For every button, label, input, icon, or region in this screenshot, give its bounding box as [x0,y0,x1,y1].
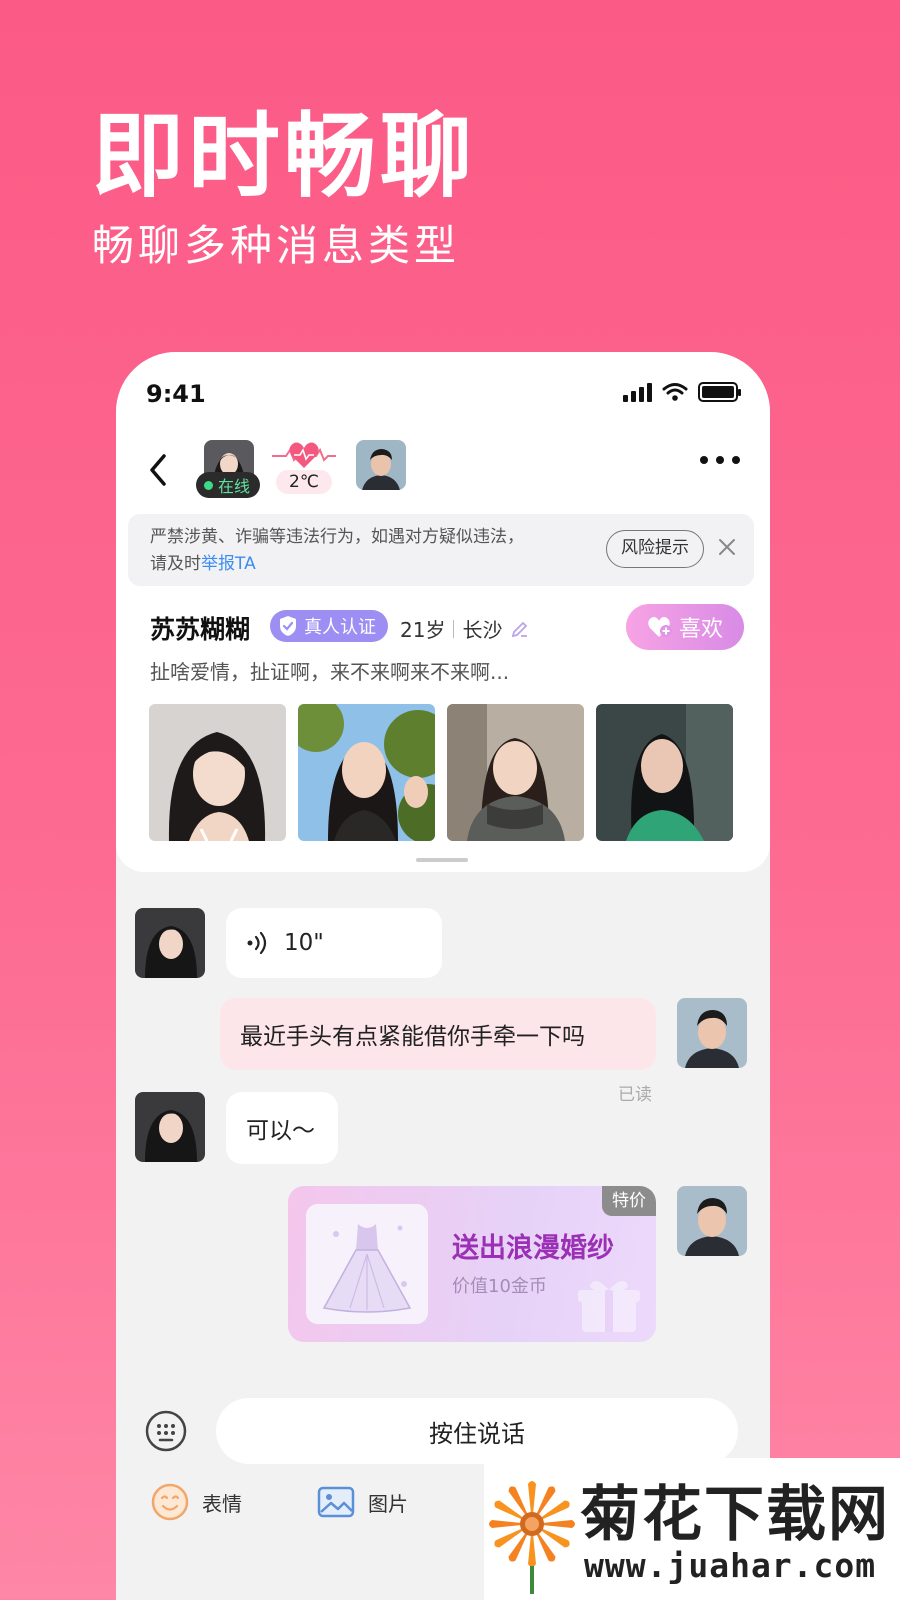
online-label: 在线 [218,477,251,496]
gift-message-card[interactable]: 送出浪漫婚纱 价值10金币 特价 [288,1186,656,1342]
wedding-dress-image [306,1204,428,1324]
image-tool[interactable]: 图片 [316,1482,408,1522]
profile-age: 21岁 [400,618,446,642]
heart-plus-icon [648,617,672,637]
emoji-tool[interactable]: 表情 [150,1482,242,1522]
verify-label: 真人认证 [304,617,376,638]
chat-nav: 在线 2℃ [116,438,770,502]
verified-badge: 真人认证 [270,610,388,642]
meta-divider [453,619,455,638]
chat-header-panel: 9:41 在线 2℃ 严禁涉黄、诈骗等违法行为，如遇对方疑似违法， 请及时举报T… [116,352,770,872]
close-icon[interactable] [716,536,738,558]
back-arrow-icon[interactable] [142,448,176,492]
site-watermark: 菊花下载网 www.juahar.com [484,1458,900,1600]
heart-pulse-icon [272,442,336,468]
profile-bio: 扯啥爱情，扯证啊，来不来啊来不来啊... [150,660,510,684]
image-label: 图片 [368,1491,408,1516]
voice-duration: 10" [284,930,324,956]
gift-box-icon [578,1280,640,1332]
hold-to-talk-button[interactable]: 按住说话 [216,1398,738,1464]
her-message-avatar[interactable] [135,908,205,978]
temperature-value: 2℃ [276,470,332,494]
safety-warning-banner: 严禁涉黄、诈骗等违法行为，如遇对方疑似违法， 请及时举报TA 风险提示 [128,514,754,586]
voice-wave-icon [247,931,267,955]
watermark-url: www.juahar.com [584,1546,877,1585]
risk-tips-button[interactable]: 风险提示 [606,530,704,568]
her-text-bubble[interactable]: 可以～ [226,1092,338,1164]
phone-mockup: 9:41 在线 2℃ 严禁涉黄、诈骗等违法行为，如遇对方疑似违法， 请及时举报T… [116,352,770,1600]
her-message-avatar[interactable] [135,1092,205,1162]
gift-value: 价值10金币 [452,1276,547,1297]
signal-icon [623,383,652,402]
online-dot-icon [204,480,213,490]
chrysanthemum-logo-icon [489,1481,575,1594]
like-button[interactable]: 喜欢 [626,604,744,650]
profile-city: 长沙 [462,618,503,642]
profile-name: 苏苏糊糊 [150,615,251,644]
my-avatar[interactable] [356,440,406,490]
wifi-icon [662,383,688,401]
like-label: 喜欢 [678,617,723,642]
panel-drag-handle[interactable] [416,858,468,862]
more-options-icon[interactable] [700,456,740,464]
gallery-photo-4[interactable] [596,704,733,841]
gift-title: 送出浪漫婚纱 [452,1233,614,1264]
battery-icon [698,382,741,402]
special-price-tag: 特价 [602,1186,656,1216]
status-time: 9:41 [146,380,206,408]
voice-message-bubble[interactable]: 10" [226,908,442,978]
emoji-icon [151,1483,189,1521]
image-icon [317,1486,355,1518]
photo-gallery [149,704,733,841]
edit-pencil-icon[interactable] [510,619,530,639]
gallery-photo-3[interactable] [447,704,584,841]
intimacy-meter[interactable]: 2℃ [272,438,336,496]
message-text: 最近手头有点紧能借你手牵一下吗 [240,1024,585,1050]
my-message-avatar[interactable] [677,1186,747,1256]
online-status-badge: 在线 [196,472,261,498]
warning-prefix: 请及时 [150,554,201,574]
profile-meta: 21岁 长沙 [400,614,530,643]
my-message-avatar[interactable] [677,998,747,1068]
emoji-label: 表情 [202,1491,242,1516]
report-link[interactable]: 举报TA [201,554,256,574]
message-text: 可以～ [246,1118,315,1144]
gallery-photo-2[interactable] [298,704,435,841]
keyboard-icon[interactable] [144,1409,188,1453]
hero-subtitle: 畅聊多种消息类型 [92,221,461,270]
shield-check-icon [280,616,296,636]
hero-title: 即时畅聊 [92,103,477,210]
gallery-photo-1[interactable] [149,704,286,841]
read-receipt: 已读 [618,1085,652,1105]
status-icons [623,382,741,402]
watermark-brand: 菊花下载网 [580,1480,890,1550]
my-text-bubble[interactable]: 最近手头有点紧能借你手牵一下吗 [220,998,656,1070]
